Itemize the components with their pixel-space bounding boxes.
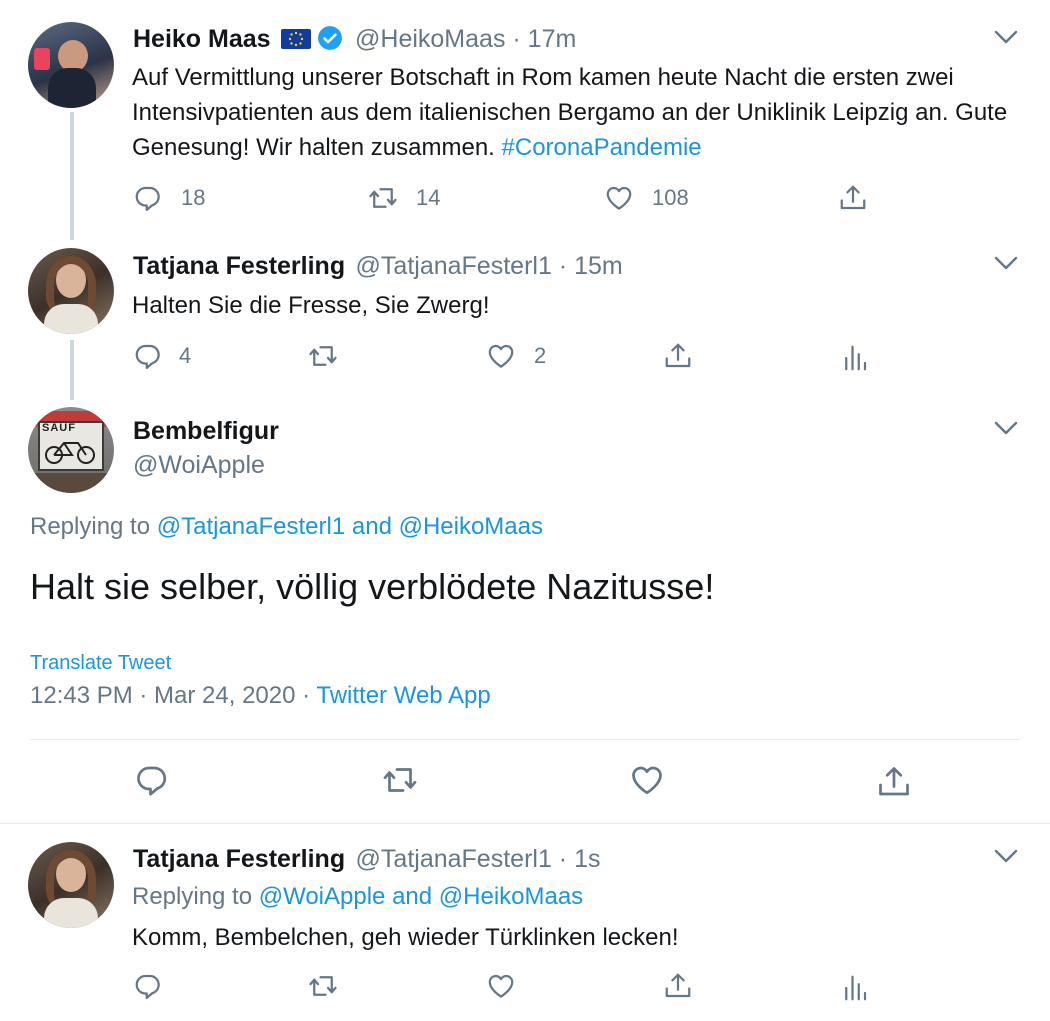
replying-to-label: Replying to <box>132 883 253 910</box>
avatar[interactable] <box>28 248 114 334</box>
chevron-down-icon[interactable] <box>993 847 1019 865</box>
replying-to-users[interactable]: @TatjanaFesterl1 and @HeikoMaas <box>157 513 543 540</box>
share-icon <box>663 971 693 1001</box>
author-handle[interactable]: @TatjanaFesterl1 · 15m <box>356 252 623 280</box>
like-count: 2 <box>534 343 547 368</box>
retweet-count: 14 <box>416 185 441 210</box>
avatar[interactable] <box>28 22 114 108</box>
like-icon <box>604 183 634 213</box>
share-button[interactable] <box>838 183 868 213</box>
translate-tweet-link[interactable]: Translate Tweet <box>30 652 171 675</box>
chevron-down-icon[interactable] <box>993 254 1019 272</box>
analytics-button[interactable] <box>840 973 870 1003</box>
share-icon <box>838 183 868 213</box>
author-handle[interactable]: @TatjanaFesterl1 · 1s <box>356 845 601 873</box>
replying-to: Replying to @TatjanaFesterl1 and @HeikoM… <box>30 513 543 541</box>
like-count: 108 <box>652 185 689 210</box>
retweet-icon <box>308 341 338 371</box>
tweet-body: Halten Sie die Fresse, Sie Zwerg! <box>132 292 490 319</box>
avatar-sign-text: SAUF <box>42 422 76 434</box>
avatar[interactable]: SAUF <box>28 407 114 493</box>
retweet-button[interactable] <box>382 762 418 798</box>
analytics-button[interactable] <box>840 343 870 373</box>
reply-button[interactable] <box>134 762 170 798</box>
avatar[interactable] <box>28 842 114 928</box>
analytics-icon <box>840 343 870 373</box>
reply-icon <box>134 762 170 798</box>
thread-line <box>70 112 74 240</box>
reply-icon <box>133 183 163 213</box>
retweet-icon <box>382 762 418 798</box>
reply-button[interactable]: 4 <box>133 341 191 371</box>
like-button[interactable]: 108 <box>604 183 689 213</box>
retweet-button[interactable]: 14 <box>368 183 440 213</box>
verified-badge-icon <box>317 26 342 50</box>
retweet-button[interactable] <box>308 971 338 1001</box>
author-name[interactable]: Tatjana Festerling <box>133 252 345 280</box>
tweet-body: Komm, Bembelchen, geh wieder Türklinken … <box>132 924 679 951</box>
tweet-meta: 12:43 PM · Mar 24, 2020 · Twitter Web Ap… <box>30 682 491 710</box>
divider <box>0 823 1050 824</box>
thread-line <box>70 340 74 400</box>
main-tweet-text: Halt sie selber, völlig verblödete Nazit… <box>30 566 715 607</box>
reply-count: 4 <box>179 343 192 368</box>
share-button[interactable] <box>663 971 693 1001</box>
eu-flag-icon <box>280 29 311 49</box>
chevron-down-icon[interactable] <box>993 419 1019 437</box>
retweet-button[interactable] <box>308 341 338 371</box>
share-icon <box>876 764 912 800</box>
replying-to-label: Replying to <box>30 513 151 540</box>
retweet-icon <box>368 183 398 213</box>
like-button[interactable] <box>486 971 516 1001</box>
tweet-header: Tatjana Festerling @TatjanaFesterl1 · 1s <box>133 845 600 874</box>
author-handle[interactable]: @WoiApple <box>133 451 265 480</box>
like-button[interactable]: 2 <box>486 341 546 371</box>
author-name[interactable]: Heiko Maas <box>133 25 271 53</box>
reply-button[interactable] <box>133 971 163 1001</box>
chevron-down-icon[interactable] <box>993 28 1019 46</box>
divider <box>30 739 1020 740</box>
tweet-text: Auf Vermittlung unserer Botschaft in Rom… <box>132 60 1012 165</box>
share-icon <box>663 341 693 371</box>
author-name[interactable]: Tatjana Festerling <box>133 845 345 873</box>
retweet-icon <box>308 971 338 1001</box>
like-icon <box>629 762 665 798</box>
author-handle[interactable]: @HeikoMaas · 17m <box>355 25 576 53</box>
like-button[interactable] <box>629 762 665 798</box>
like-icon <box>486 971 516 1001</box>
replying-to-users[interactable]: @WoiApple and @HeikoMaas <box>259 883 583 910</box>
analytics-icon <box>840 973 870 1003</box>
reply-button[interactable]: 18 <box>133 183 205 213</box>
timestamp[interactable]: 12:43 PM · Mar 24, 2020 · <box>30 682 310 709</box>
tweet-header: Tatjana Festerling @TatjanaFesterl1 · 15… <box>133 252 623 281</box>
hashtag-link[interactable]: #CoronaPandemie <box>502 134 702 161</box>
share-button[interactable] <box>876 764 912 800</box>
tweet-header: Heiko Maas @HeikoMaas · 17m <box>133 25 576 54</box>
like-icon <box>486 341 516 371</box>
source-link[interactable]: Twitter Web App <box>316 682 490 709</box>
replying-to: Replying to @WoiApple and @HeikoMaas <box>132 883 583 911</box>
author-name[interactable]: Bembelfigur <box>133 417 279 446</box>
reply-icon <box>133 341 163 371</box>
reply-count: 18 <box>181 185 206 210</box>
share-button[interactable] <box>663 341 693 371</box>
reply-icon <box>133 971 163 1001</box>
